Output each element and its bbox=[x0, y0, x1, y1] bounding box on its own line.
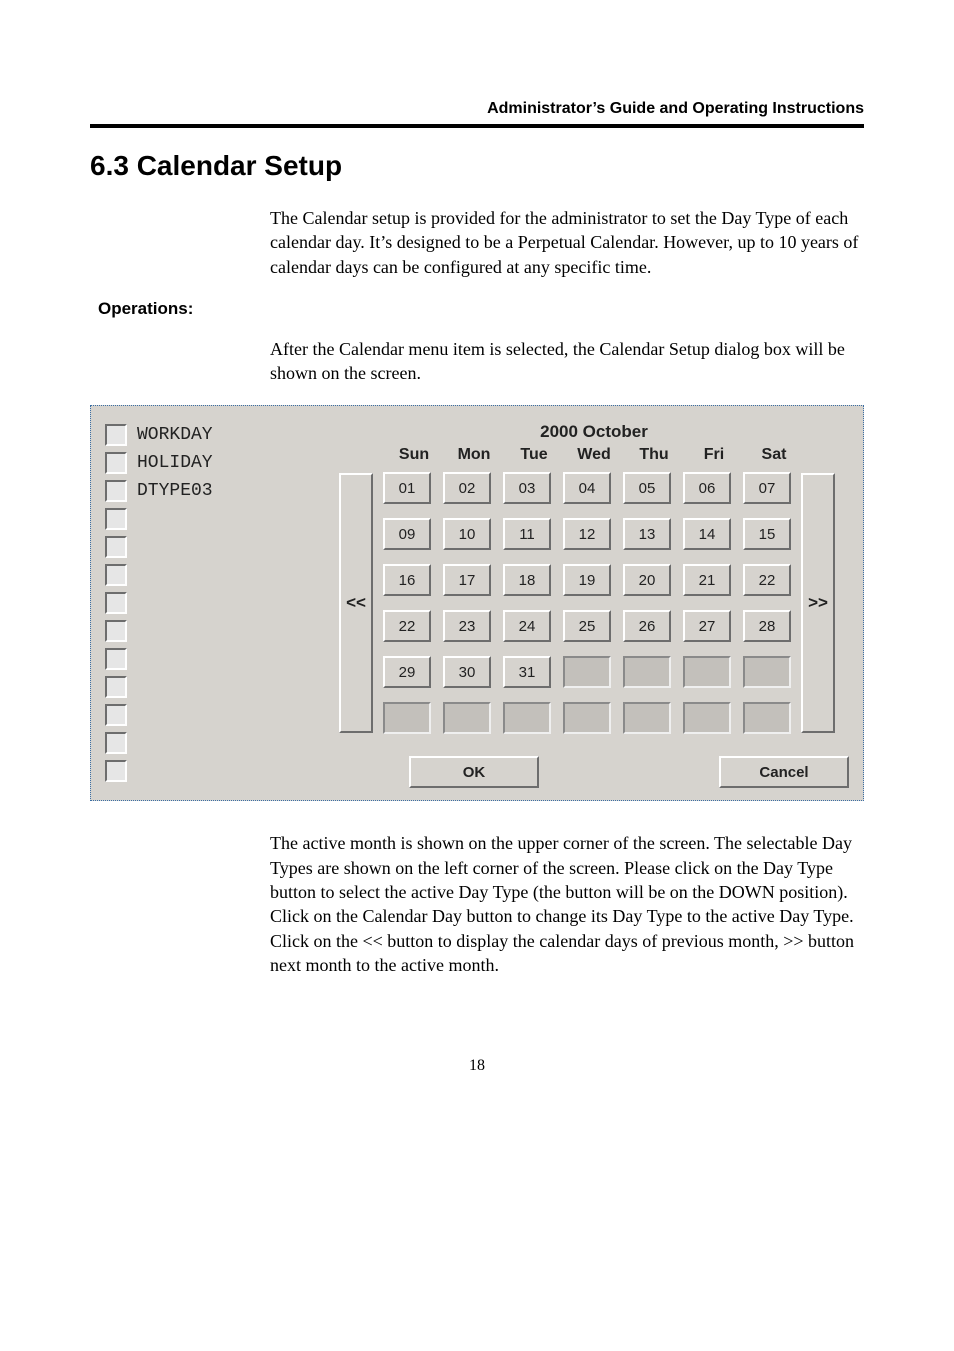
day-button[interactable]: 06 bbox=[683, 472, 731, 504]
page-container: Administrator’s Guide and Operating Inst… bbox=[0, 0, 954, 1135]
explain-paragraph: The active month is shown on the upper c… bbox=[270, 831, 864, 977]
daytype-swatch-empty[interactable] bbox=[105, 620, 127, 642]
weekday-mon: Mon bbox=[450, 446, 498, 464]
daytype-swatch-empty[interactable] bbox=[105, 592, 127, 614]
day-button[interactable]: 19 bbox=[563, 564, 611, 596]
operations-heading: Operations: bbox=[98, 299, 864, 319]
weekday-sun: Sun bbox=[390, 446, 438, 464]
day-button[interactable]: 05 bbox=[623, 472, 671, 504]
daytype-list: WORKDAY HOLIDAY DTYPE03 bbox=[105, 422, 303, 788]
day-button[interactable]: 26 bbox=[623, 610, 671, 642]
day-button[interactable]: 01 bbox=[383, 472, 431, 504]
daytype-row-holiday: HOLIDAY bbox=[105, 452, 303, 474]
day-empty bbox=[443, 702, 491, 734]
weekday-tue: Tue bbox=[510, 446, 558, 464]
daytype-swatch-empty[interactable] bbox=[105, 676, 127, 698]
day-button[interactable]: 20 bbox=[623, 564, 671, 596]
day-button[interactable]: 24 bbox=[503, 610, 551, 642]
day-button[interactable]: 14 bbox=[683, 518, 731, 550]
day-empty bbox=[683, 702, 731, 734]
calendar-row: 29 30 31 bbox=[383, 656, 791, 688]
day-button[interactable]: 30 bbox=[443, 656, 491, 688]
daytype-swatch-empty[interactable] bbox=[105, 536, 127, 558]
day-button[interactable]: 22 bbox=[383, 610, 431, 642]
running-header: Administrator’s Guide and Operating Inst… bbox=[90, 100, 864, 118]
day-empty bbox=[743, 702, 791, 734]
day-button[interactable]: 13 bbox=[623, 518, 671, 550]
day-button[interactable]: 29 bbox=[383, 656, 431, 688]
day-button[interactable]: 27 bbox=[683, 610, 731, 642]
day-button[interactable]: 21 bbox=[683, 564, 731, 596]
section-title: 6.3 Calendar Setup bbox=[90, 150, 864, 182]
daytype-row-dtype03: DTYPE03 bbox=[105, 480, 303, 502]
daytype-row-workday: WORKDAY bbox=[105, 424, 303, 446]
next-month-button[interactable]: >> bbox=[801, 473, 835, 733]
day-button[interactable]: 28 bbox=[743, 610, 791, 642]
day-empty bbox=[743, 656, 791, 688]
day-button[interactable]: 11 bbox=[503, 518, 551, 550]
day-button[interactable]: 22 bbox=[743, 564, 791, 596]
calendar-row: 01 02 03 04 05 06 07 bbox=[383, 472, 791, 504]
day-empty bbox=[563, 656, 611, 688]
calendar-row: 16 17 18 19 20 21 22 bbox=[383, 564, 791, 596]
calendar-block: 2000 October Sun Mon Tue Wed Thu Fri Sat… bbox=[339, 422, 849, 788]
ok-button[interactable]: OK bbox=[409, 756, 539, 788]
dialog-inner: WORKDAY HOLIDAY DTYPE03 bbox=[105, 422, 849, 788]
calendar-row: 09 10 11 12 13 14 15 bbox=[383, 518, 791, 550]
cancel-button[interactable]: Cancel bbox=[719, 756, 849, 788]
after-paragraph: After the Calendar menu item is selected… bbox=[270, 337, 864, 386]
day-button[interactable]: 25 bbox=[563, 610, 611, 642]
day-empty bbox=[563, 702, 611, 734]
day-button[interactable]: 17 bbox=[443, 564, 491, 596]
weekday-headers: Sun Mon Tue Wed Thu Fri Sat bbox=[339, 446, 849, 464]
daytype-label: WORKDAY bbox=[137, 425, 213, 445]
dialog-buttons: OK Cancel bbox=[339, 756, 849, 788]
weekday-wed: Wed bbox=[570, 446, 618, 464]
daytype-swatch-empty[interactable] bbox=[105, 508, 127, 530]
header-rule bbox=[90, 124, 864, 128]
daytype-label: DTYPE03 bbox=[137, 481, 213, 501]
daytype-swatch-empty[interactable] bbox=[105, 564, 127, 586]
calendar-body: << 01 02 03 04 05 06 07 09 bbox=[339, 472, 849, 734]
day-button[interactable]: 03 bbox=[503, 472, 551, 504]
prev-month-button[interactable]: << bbox=[339, 473, 373, 733]
day-empty bbox=[683, 656, 731, 688]
day-button[interactable]: 15 bbox=[743, 518, 791, 550]
daytype-swatch-empty[interactable] bbox=[105, 704, 127, 726]
calendar-row: 22 23 24 25 26 27 28 bbox=[383, 610, 791, 642]
day-button[interactable]: 04 bbox=[563, 472, 611, 504]
daytype-swatch-empty[interactable] bbox=[105, 648, 127, 670]
daytype-swatch-empty[interactable] bbox=[105, 732, 127, 754]
daytype-swatch[interactable] bbox=[105, 480, 127, 502]
day-button[interactable]: 16 bbox=[383, 564, 431, 596]
day-button[interactable]: 07 bbox=[743, 472, 791, 504]
day-button[interactable]: 02 bbox=[443, 472, 491, 504]
calendar-month-title: 2000 October bbox=[339, 422, 849, 442]
daytype-label: HOLIDAY bbox=[137, 453, 213, 473]
daytype-swatch-empty[interactable] bbox=[105, 760, 127, 782]
weekday-fri: Fri bbox=[690, 446, 738, 464]
daytype-swatch[interactable] bbox=[105, 452, 127, 474]
day-empty bbox=[623, 702, 671, 734]
day-empty bbox=[503, 702, 551, 734]
calendar-row bbox=[383, 702, 791, 734]
day-button[interactable]: 18 bbox=[503, 564, 551, 596]
weekday-sat: Sat bbox=[750, 446, 798, 464]
day-empty bbox=[383, 702, 431, 734]
intro-paragraph: The Calendar setup is provided for the a… bbox=[270, 206, 864, 279]
daytype-swatch[interactable] bbox=[105, 424, 127, 446]
day-button[interactable]: 12 bbox=[563, 518, 611, 550]
day-button[interactable]: 10 bbox=[443, 518, 491, 550]
calendar-setup-dialog: WORKDAY HOLIDAY DTYPE03 bbox=[90, 405, 864, 801]
page-number: 18 bbox=[90, 1057, 864, 1075]
day-empty bbox=[623, 656, 671, 688]
calendar-grid: 01 02 03 04 05 06 07 09 10 11 12 bbox=[383, 472, 791, 734]
day-button[interactable]: 23 bbox=[443, 610, 491, 642]
day-button[interactable]: 31 bbox=[503, 656, 551, 688]
weekday-thu: Thu bbox=[630, 446, 678, 464]
day-button[interactable]: 09 bbox=[383, 518, 431, 550]
